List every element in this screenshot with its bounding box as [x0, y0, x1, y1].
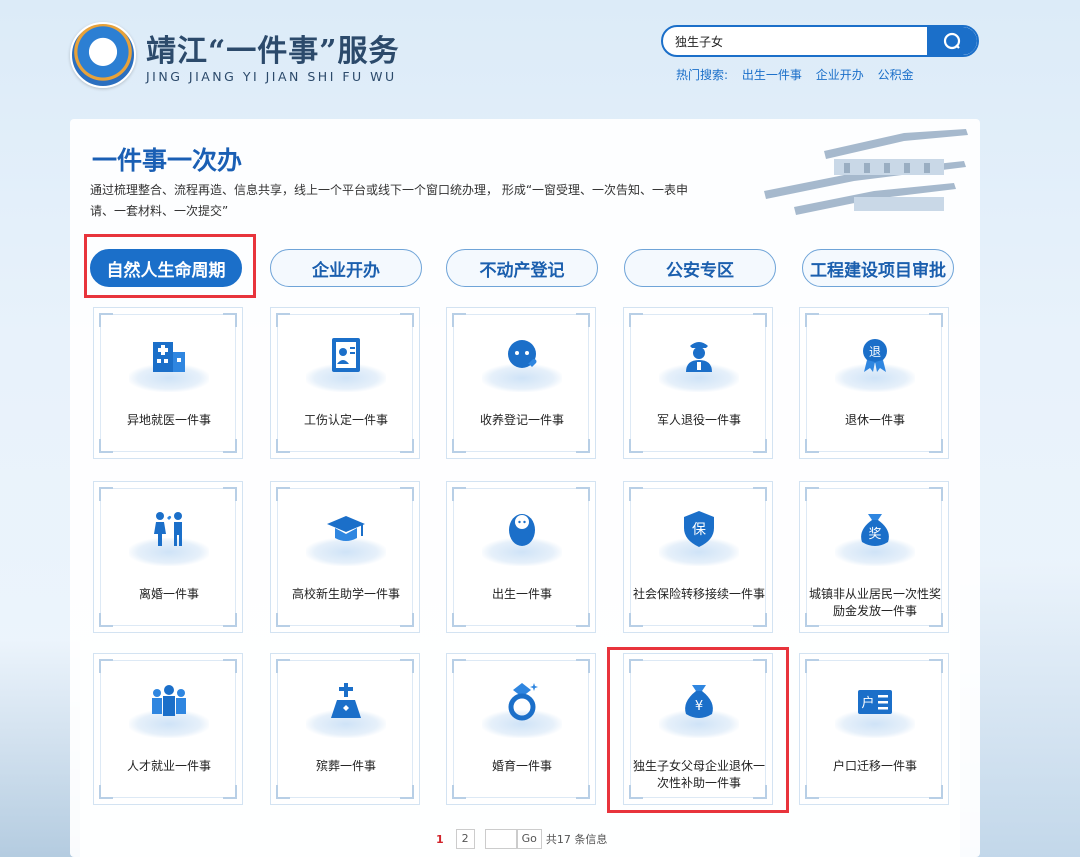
service-label: 户口迁移一件事	[832, 759, 917, 773]
ring-icon	[497, 676, 547, 726]
tab-construction[interactable]: 工程建设项目审批	[802, 249, 954, 287]
service-label: 退休一件事	[844, 413, 905, 427]
baby-icon	[497, 330, 547, 380]
service-label: 人才就业一件事	[126, 759, 211, 773]
service-label: 工伤认定一件事	[303, 413, 388, 427]
service-label: 离婚一件事	[138, 587, 199, 601]
svg-text:户: 户	[861, 695, 874, 711]
service-card[interactable]: 殡葬一件事	[270, 653, 420, 805]
service-card[interactable]: 军人退役一件事	[623, 307, 773, 459]
soldier-icon	[674, 330, 724, 380]
service-card[interactable]: 工伤认定一件事	[270, 307, 420, 459]
logo	[70, 22, 136, 88]
service-card[interactable]: 婚育一件事	[446, 653, 596, 805]
architecture-illustration	[764, 129, 968, 215]
household-icon: 户	[850, 676, 900, 726]
hot-search-link[interactable]: 企业开办	[816, 68, 864, 82]
newborn-icon	[497, 504, 547, 554]
page-link[interactable]: 2	[455, 829, 475, 849]
search-box	[661, 25, 979, 57]
svg-text:奖: 奖	[868, 527, 881, 542]
page-title: 一件事一次办	[92, 146, 243, 175]
retire-badge-icon: 退	[850, 330, 900, 380]
svg-text:保: 保	[692, 522, 706, 538]
main-panel: 一件事一次办 通过梳理整合、流程再造、信息共享，线上一个平台或线下一个窗口统办理…	[70, 119, 980, 857]
svg-text:退: 退	[869, 345, 881, 359]
reward-bag-icon: 奖	[850, 504, 900, 554]
service-label: 城镇非从业居民一次性奖励金发放一件事	[808, 587, 941, 618]
service-label: 军人退役一件事	[656, 413, 741, 427]
page-jump-input[interactable]	[484, 829, 517, 849]
service-card[interactable]: 人才就业一件事	[93, 653, 243, 805]
tab-police[interactable]: 公安专区	[624, 249, 776, 287]
id-card-icon	[321, 330, 371, 380]
hot-search: 热门搜索: 出生一件事 企业开办 公积金	[676, 66, 924, 83]
site-subtitle: JING JIANG YI JIAN SHI FU WU	[146, 69, 397, 84]
page-go-button[interactable]: Go	[516, 829, 542, 849]
tab-business[interactable]: 企业开办	[270, 249, 422, 287]
service-card[interactable]: 户 户口迁移一件事	[799, 653, 949, 805]
insurance-shield-icon: 保	[674, 504, 724, 554]
tab-real-estate[interactable]: 不动产登记	[446, 249, 598, 287]
page-description: 通过梳理整合、流程再造、信息共享，线上一个平台或线下一个窗口统办理， 形成“一窗…	[90, 183, 689, 218]
hot-search-link[interactable]: 公积金	[878, 68, 914, 82]
group-icon	[144, 676, 194, 726]
hospital-icon	[144, 330, 194, 380]
service-label: 社会保险转移接续一件事	[632, 587, 765, 601]
service-card[interactable]: 奖 城镇非从业居民一次性奖励金发放一件事	[799, 481, 949, 633]
service-card[interactable]: 离婚一件事	[93, 481, 243, 633]
couple-icon	[144, 504, 194, 554]
service-card[interactable]: 异地就医一件事	[93, 307, 243, 459]
hot-search-link[interactable]: 出生一件事	[742, 68, 802, 82]
page-current[interactable]: 1	[436, 833, 444, 846]
total-count: 共17 条信息	[545, 833, 608, 846]
pagination: 1 2 Go 共17 条信息	[436, 829, 607, 849]
background-building	[0, 640, 80, 857]
graduation-cap-icon	[321, 504, 371, 554]
search-icon	[943, 32, 961, 50]
service-label: 殡葬一件事	[315, 759, 376, 773]
highlight-box	[84, 234, 256, 298]
site-title: 靖江“一件事”服务	[146, 34, 400, 69]
service-card[interactable]: 出生一件事	[446, 481, 596, 633]
service-label: 收养登记一件事	[479, 413, 564, 427]
highlight-box	[607, 647, 789, 813]
service-label: 出生一件事	[491, 587, 552, 601]
service-card[interactable]: 保 社会保险转移接续一件事	[623, 481, 773, 633]
search-button[interactable]	[927, 27, 977, 55]
service-card[interactable]: 退 退休一件事	[799, 307, 949, 459]
search-input[interactable]	[675, 27, 925, 55]
service-card[interactable]: 高校新生助学一件事	[270, 481, 420, 633]
header: 靖江“一件事”服务 JING JIANG YI JIAN SHI FU WU 热…	[0, 0, 1080, 110]
hot-search-label: 热门搜索:	[676, 68, 729, 82]
service-card[interactable]: 收养登记一件事	[446, 307, 596, 459]
service-label: 高校新生助学一件事	[291, 587, 400, 601]
service-label: 异地就医一件事	[126, 413, 211, 427]
funeral-icon	[321, 676, 371, 726]
service-label: 婚育一件事	[491, 759, 552, 773]
